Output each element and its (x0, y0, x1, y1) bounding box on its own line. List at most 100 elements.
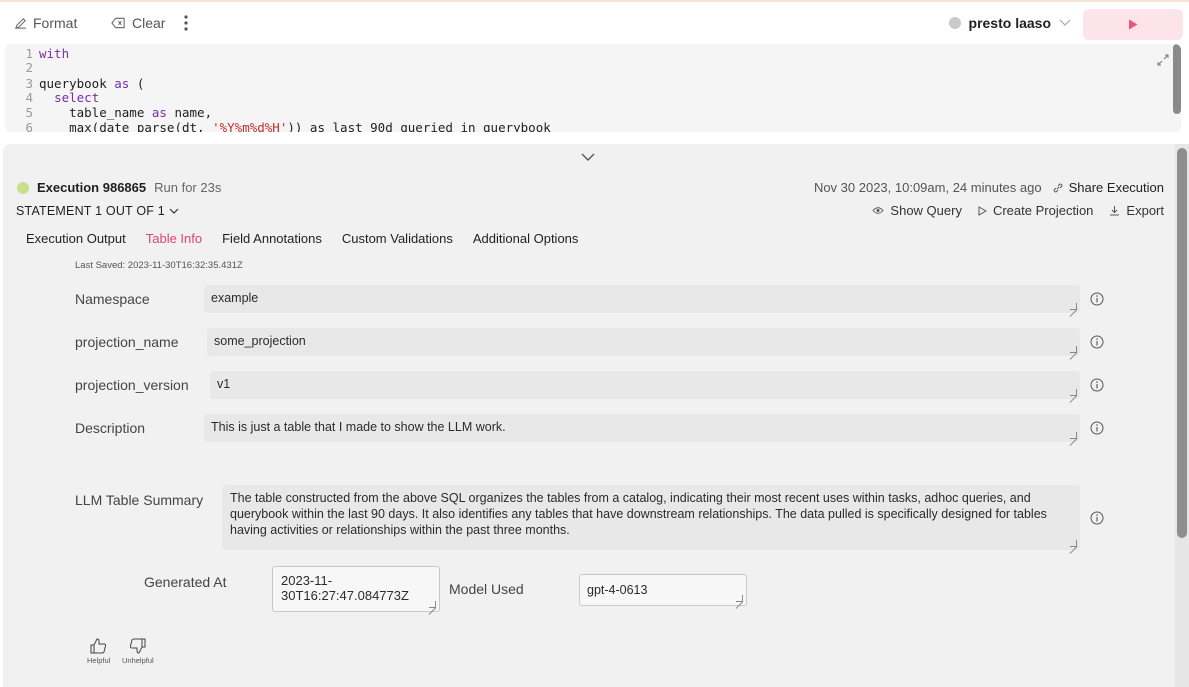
execution-meta: Nov 30 2023, 10:09am, 24 minutes ago Sha… (814, 180, 1164, 195)
sql-string: '%Y%m%d%H' (212, 120, 288, 133)
resize-handle[interactable] (736, 595, 743, 602)
unhelpful-button[interactable]: Unhelpful (122, 638, 154, 665)
namespace-value: example (211, 291, 259, 305)
generated-at-field[interactable]: 2023-11-30T16:27:47.084773Z (272, 566, 440, 612)
resize-handle[interactable] (1070, 346, 1077, 353)
format-button[interactable]: Format (14, 15, 77, 31)
line-number: 3 (25, 76, 33, 91)
info-icon[interactable] (1090, 292, 1104, 306)
tab-additional-options[interactable]: Additional Options (473, 231, 579, 246)
thumbs-up-icon (90, 638, 107, 654)
export-label: Export (1126, 203, 1164, 218)
model-used-field[interactable]: gpt-4-0613 (579, 574, 747, 606)
tab-table-info[interactable]: Table Info (146, 231, 202, 246)
create-projection-label: Create Projection (992, 203, 1094, 218)
backspace-icon (111, 17, 125, 29)
model-used-label: Model Used (449, 581, 524, 597)
resize-handle[interactable] (1070, 540, 1077, 547)
export-button[interactable]: Export (1109, 203, 1164, 218)
share-execution-button[interactable]: Share Execution (1052, 180, 1164, 195)
description-field[interactable]: This is just a table that I made to show… (204, 414, 1080, 442)
engine-status-dot (948, 17, 961, 29)
clear-label: Clear (132, 15, 166, 31)
engine-selector[interactable]: presto laaso (948, 15, 1071, 31)
projection-name-label: projection_name (75, 334, 179, 350)
llm-summary-field[interactable]: The table constructed from the above SQL… (222, 485, 1080, 550)
statement-selector[interactable]: STATEMENT 1 OUT OF 1 (16, 204, 179, 218)
unhelpful-label: Unhelpful (122, 656, 154, 665)
format-label: Format (33, 15, 78, 31)
sql-text: table_name (39, 105, 152, 120)
line-number: 6 (25, 120, 33, 133)
run-query-button[interactable] (1083, 9, 1183, 40)
resize-handle[interactable] (1070, 432, 1077, 439)
sql-text: ( (129, 76, 145, 91)
code-editor[interactable]: 1 with 2 3 querybook as (4 select 5 table_nam… (5, 44, 1181, 132)
code-line: 3 querybook as ( (5, 77, 144, 91)
tab-field-annotations[interactable]: Field Annotations (222, 231, 322, 246)
line-number: 1 (25, 46, 33, 61)
namespace-label: Namespace (75, 291, 150, 307)
resize-handle[interactable] (1070, 303, 1077, 310)
tab-custom-validations[interactable]: Custom Validations (342, 231, 453, 246)
namespace-field[interactable]: example (204, 285, 1080, 313)
info-icon[interactable] (1090, 378, 1104, 392)
collapse-chevron-icon[interactable] (581, 153, 595, 162)
helpful-button[interactable]: Helpful (87, 638, 110, 665)
execution-status-dot (17, 181, 29, 194)
play-icon (1129, 19, 1138, 30)
info-icon[interactable] (1090, 335, 1104, 349)
sql-keyword: with (39, 46, 70, 61)
download-icon (1110, 206, 1120, 216)
editor-scrollbar[interactable] (1173, 44, 1181, 114)
execution-timestamp: Nov 30 2023, 10:09am, 24 minutes ago (813, 180, 1042, 195)
projection-version-label: projection_version (75, 377, 189, 393)
tab-execution-output[interactable]: Execution Output (26, 231, 126, 246)
code-line: 6 max(date_parse(dt, '%Y%m%d%H')) as las… (5, 120, 551, 133)
expand-editor-icon[interactable] (1157, 54, 1169, 66)
chevron-down-icon (1059, 19, 1071, 26)
execution-panel: Execution 986865 Run for 23s Nov 30 2023… (3, 144, 1189, 687)
clear-button[interactable]: Clear (111, 15, 165, 31)
projection-name-value: some_projection (214, 334, 306, 348)
more-vertical-icon (184, 15, 188, 31)
code-line: 1 with (5, 47, 69, 61)
panel-scrollbar-track[interactable] (1175, 144, 1189, 687)
projection-version-value: v1 (217, 377, 231, 391)
resize-handle[interactable] (1070, 389, 1077, 396)
generated-at-label: Generated At (144, 574, 227, 590)
show-query-button[interactable]: Show Query (872, 203, 962, 218)
projection-name-field[interactable]: some_projection (207, 328, 1080, 356)
llm-summary-value: The table constructed from the above SQL… (230, 491, 1047, 537)
description-value: This is just a table that I made to show… (211, 420, 506, 434)
llm-summary-label: LLM Table Summary (75, 492, 204, 508)
code-line: 4 select (5, 91, 99, 105)
statement-label: STATEMENT 1 OUT OF 1 (16, 204, 165, 218)
panel-scrollbar-thumb[interactable] (1177, 148, 1187, 538)
sql-keyword: as (151, 105, 167, 120)
eye-icon (872, 207, 885, 214)
show-query-label: Show Query (890, 203, 962, 218)
query-toolbar: Format Clear presto laaso (0, 0, 1189, 44)
create-projection-button[interactable]: Create Projection (978, 203, 1093, 218)
code-line: 2 (5, 61, 39, 75)
share-execution-label: Share Execution (1068, 180, 1164, 195)
line-number: 4 (25, 90, 33, 105)
helpful-label: Helpful (87, 656, 111, 665)
projection-version-field[interactable]: v1 (210, 371, 1080, 399)
thumbs-down-icon (130, 638, 146, 654)
info-icon[interactable] (1090, 421, 1104, 435)
execution-header: Execution 986865 Run for 23s (17, 180, 221, 195)
execution-actions: Show Query Create Projection Export (872, 203, 1164, 218)
info-icon[interactable] (1090, 511, 1104, 525)
code-line: 5 table_name as name, (5, 106, 212, 120)
resize-handle[interactable] (429, 601, 436, 608)
play-outline-icon (978, 205, 987, 216)
model-used-value: gpt-4-0613 (587, 583, 648, 597)
execution-duration: Run for 23s (154, 180, 222, 195)
generated-at-value: 2023-11-30T16:27:47.084773Z (281, 573, 409, 603)
sql-text: )) as last_90d_queried_in_querybook (287, 120, 551, 133)
more-options-button[interactable] (184, 15, 188, 31)
sql-text: querybook (39, 76, 115, 91)
